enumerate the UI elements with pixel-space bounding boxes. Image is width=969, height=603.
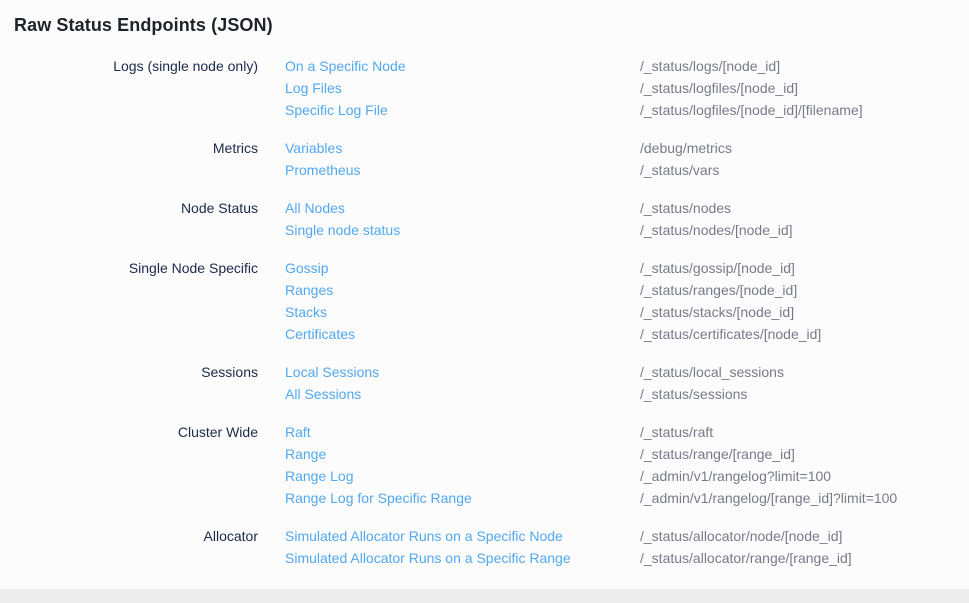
page-bottom-strip	[0, 589, 969, 603]
endpoint-row: Simulated Allocator Runs on a Specific N…	[285, 525, 955, 547]
endpoint-row: All Sessions /_status/sessions	[285, 383, 955, 405]
endpoint-link[interactable]: On a Specific Node	[285, 55, 640, 77]
endpoint-path: /debug/metrics	[640, 137, 955, 159]
endpoint-row: Range Log for Specific Range /_admin/v1/…	[285, 487, 955, 509]
raw-status-endpoints-page: Raw Status Endpoints (JSON) Logs (single…	[0, 0, 969, 603]
endpoint-path: /_status/allocator/node/[node_id]	[640, 525, 955, 547]
endpoint-row: Raft /_status/raft	[285, 421, 955, 443]
group-rows: All Nodes /_status/nodes Single node sta…	[285, 197, 955, 241]
endpoint-path: /_status/stacks/[node_id]	[640, 301, 955, 323]
endpoint-path: /_status/gossip/[node_id]	[640, 257, 955, 279]
endpoint-row: Prometheus /_status/vars	[285, 159, 955, 181]
endpoint-row: Single node status /_status/nodes/[node_…	[285, 219, 955, 241]
endpoint-group: Metrics Variables /debug/metrics Prometh…	[14, 137, 955, 181]
group-rows: On a Specific Node /_status/logs/[node_i…	[285, 55, 955, 121]
group-category-label: Allocator	[14, 525, 285, 547]
endpoint-path: /_status/range/[range_id]	[640, 443, 955, 465]
endpoint-link[interactable]: Variables	[285, 137, 640, 159]
endpoint-path: /_status/logs/[node_id]	[640, 55, 955, 77]
endpoint-link[interactable]: Gossip	[285, 257, 640, 279]
endpoint-link[interactable]: Log Files	[285, 77, 640, 99]
endpoint-group: Node Status All Nodes /_status/nodes Sin…	[14, 197, 955, 241]
endpoint-link[interactable]: Prometheus	[285, 159, 640, 181]
endpoint-link[interactable]: Single node status	[285, 219, 640, 241]
group-rows: Simulated Allocator Runs on a Specific N…	[285, 525, 955, 569]
endpoint-link[interactable]: Simulated Allocator Runs on a Specific N…	[285, 525, 640, 547]
endpoint-path: /_status/local_sessions	[640, 361, 955, 383]
endpoint-path: /_status/nodes	[640, 197, 955, 219]
endpoint-link[interactable]: Certificates	[285, 323, 640, 345]
endpoint-path: /_status/nodes/[node_id]	[640, 219, 955, 241]
endpoint-path: /_status/vars	[640, 159, 955, 181]
endpoint-link[interactable]: All Sessions	[285, 383, 640, 405]
group-rows: Local Sessions /_status/local_sessions A…	[285, 361, 955, 405]
endpoint-row: Certificates /_status/certificates/[node…	[285, 323, 955, 345]
endpoint-row: All Nodes /_status/nodes	[285, 197, 955, 219]
endpoint-link[interactable]: Specific Log File	[285, 99, 640, 121]
endpoint-link[interactable]: Ranges	[285, 279, 640, 301]
endpoint-group: Single Node Specific Gossip /_status/gos…	[14, 257, 955, 345]
endpoint-link[interactable]: Range Log for Specific Range	[285, 487, 640, 509]
endpoint-path: /_status/certificates/[node_id]	[640, 323, 955, 345]
endpoint-link[interactable]: Raft	[285, 421, 640, 443]
endpoint-row: Simulated Allocator Runs on a Specific R…	[285, 547, 955, 569]
endpoint-path: /_status/ranges/[node_id]	[640, 279, 955, 301]
endpoint-row: Local Sessions /_status/local_sessions	[285, 361, 955, 383]
group-rows: Gossip /_status/gossip/[node_id] Ranges …	[285, 257, 955, 345]
group-rows: Raft /_status/raft Range /_status/range/…	[285, 421, 955, 509]
page-title: Raw Status Endpoints (JSON)	[14, 13, 955, 37]
group-rows: Variables /debug/metrics Prometheus /_st…	[285, 137, 955, 181]
endpoint-group: Allocator Simulated Allocator Runs on a …	[14, 525, 955, 569]
endpoint-path: /_status/logfiles/[node_id]	[640, 77, 955, 99]
endpoint-group: Cluster Wide Raft /_status/raft Range /_…	[14, 421, 955, 509]
endpoint-row: Range Log /_admin/v1/rangelog?limit=100	[285, 465, 955, 487]
endpoint-path: /_status/raft	[640, 421, 955, 443]
endpoint-link[interactable]: Local Sessions	[285, 361, 640, 383]
endpoint-path: /_status/logfiles/[node_id]/[filename]	[640, 99, 955, 121]
endpoint-path: /_admin/v1/rangelog?limit=100	[640, 465, 955, 487]
endpoint-link[interactable]: Range	[285, 443, 640, 465]
group-category-label: Cluster Wide	[14, 421, 285, 443]
endpoint-link[interactable]: Stacks	[285, 301, 640, 323]
endpoint-group: Sessions Local Sessions /_status/local_s…	[14, 361, 955, 405]
endpoint-link[interactable]: Simulated Allocator Runs on a Specific R…	[285, 547, 640, 569]
endpoint-row: Variables /debug/metrics	[285, 137, 955, 159]
group-category-label: Metrics	[14, 137, 285, 159]
endpoint-row: Specific Log File /_status/logfiles/[nod…	[285, 99, 955, 121]
endpoint-row: Range /_status/range/[range_id]	[285, 443, 955, 465]
endpoint-path: /_admin/v1/rangelog/[range_id]?limit=100	[640, 487, 955, 509]
endpoint-group: Logs (single node only) On a Specific No…	[14, 55, 955, 121]
group-category-label: Sessions	[14, 361, 285, 383]
endpoint-row: On a Specific Node /_status/logs/[node_i…	[285, 55, 955, 77]
endpoint-row: Gossip /_status/gossip/[node_id]	[285, 257, 955, 279]
endpoint-row: Log Files /_status/logfiles/[node_id]	[285, 77, 955, 99]
endpoint-link[interactable]: Range Log	[285, 465, 640, 487]
endpoint-row: Ranges /_status/ranges/[node_id]	[285, 279, 955, 301]
group-category-label: Single Node Specific	[14, 257, 285, 279]
endpoint-link[interactable]: All Nodes	[285, 197, 640, 219]
group-category-label: Node Status	[14, 197, 285, 219]
endpoint-row: Stacks /_status/stacks/[node_id]	[285, 301, 955, 323]
group-category-label: Logs (single node only)	[14, 55, 285, 77]
endpoint-path: /_status/sessions	[640, 383, 955, 405]
endpoint-groups: Logs (single node only) On a Specific No…	[14, 55, 955, 569]
endpoint-path: /_status/allocator/range/[range_id]	[640, 547, 955, 569]
